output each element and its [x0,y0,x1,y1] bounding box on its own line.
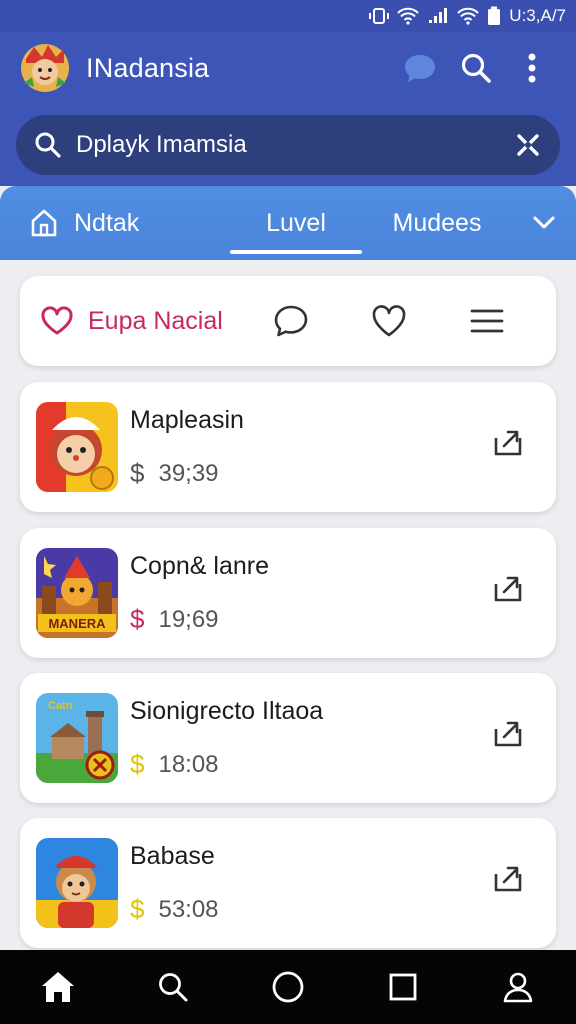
list-item[interactable]: Mapleasin $ 39;39 [20,382,556,512]
game-thumbnail [36,838,118,928]
search-icon [461,53,491,83]
item-title: Copn& lanre [130,552,269,580]
item-title: Babase [130,842,215,870]
filter-label[interactable]: Eupa Nacial [88,307,242,336]
tab-bar: Ndtak Luvel Mudees [0,186,576,260]
search-query: Dplayk Imamsia [76,131,247,158]
app-logo [16,39,74,97]
wifi-icon [457,7,480,25]
tab-level[interactable]: Luvel [230,186,362,260]
chevron-down-icon [533,216,555,229]
nav-profile-button[interactable] [488,957,548,1017]
app-title: INadansia [86,52,210,83]
list-item[interactable]: Catn Sionigrecto Iltaoa $ 18:08 [20,673,556,803]
heart-icon[interactable] [40,306,74,336]
share-icon[interactable] [490,424,526,460]
tab-modes[interactable]: Mudees [362,186,512,260]
clear-icon[interactable] [514,131,542,159]
filter-card: Eupa Nacial [20,276,556,366]
profile-icon [504,972,533,1003]
square-icon [389,973,417,1001]
bottom-nav [0,950,576,1024]
tab-label: Mudees [392,208,482,237]
search-input[interactable]: Dplayk Imamsia [16,115,560,175]
tab-home[interactable]: Ndtak [0,186,230,260]
price-value: 39;39 [158,459,219,487]
favorite-icon [372,305,406,337]
nav-search-button[interactable] [143,957,203,1017]
search-icon [35,132,61,158]
item-price: $ 19;69 [130,604,219,635]
share-icon[interactable] [490,860,526,896]
status-bar: U:3,A/7 [0,0,576,32]
search-bar: Dplayk Imamsia [0,104,576,186]
search-button[interactable] [448,40,504,96]
item-price: $ 18:08 [130,749,219,780]
tab-label: Luvel [266,208,326,237]
currency-symbol: $ [130,458,145,488]
more-icon [528,53,536,83]
game-thumbnail: MANERA [36,548,118,638]
nav-home-button[interactable] [28,957,88,1017]
comment-icon [274,305,308,337]
battery-icon [488,6,501,25]
nav-circle-button[interactable] [258,957,318,1017]
item-price: $ 39;39 [130,458,219,489]
currency-symbol: $ [130,749,145,779]
game-thumbnail [36,402,118,492]
chat-button[interactable] [392,40,448,96]
list-item[interactable]: Babase $ 53:08 [20,818,556,948]
price-value: 53:08 [158,895,219,923]
search-icon [158,973,188,1002]
svg-text:MANERA: MANERA [48,616,106,631]
game-thumbnail: Catn [36,693,118,783]
more-button[interactable] [504,40,560,96]
price-value: 19;69 [158,605,219,633]
home-icon [31,209,57,237]
price-value: 18:08 [158,750,219,778]
app-bar: INadansia [0,32,576,104]
currency-symbol: $ [130,894,145,924]
menu-button[interactable] [438,291,536,351]
circle-icon [272,971,304,1003]
list-item[interactable]: MANERA Copn& lanre $ 19;69 [20,528,556,658]
chat-icon [405,55,435,82]
signal-icon [429,8,448,23]
share-icon[interactable] [490,570,526,606]
menu-icon [470,309,504,333]
wifi-icon [397,7,420,25]
status-time: U:3,A/7 [509,6,566,25]
item-title: Mapleasin [130,406,244,434]
tab-overflow-button[interactable] [512,186,576,260]
tab-label: Ndtak [74,208,140,237]
favorite-button[interactable] [340,291,438,351]
vibrate-icon [369,8,390,24]
home-icon [41,972,74,1002]
share-icon[interactable] [490,715,526,751]
svg-text:Catn: Catn [48,700,73,712]
item-price: $ 53:08 [130,894,219,925]
comment-button[interactable] [242,291,340,351]
item-title: Sionigrecto Iltaoa [130,697,324,725]
currency-symbol: $ [130,604,145,634]
nav-square-button[interactable] [373,957,433,1017]
